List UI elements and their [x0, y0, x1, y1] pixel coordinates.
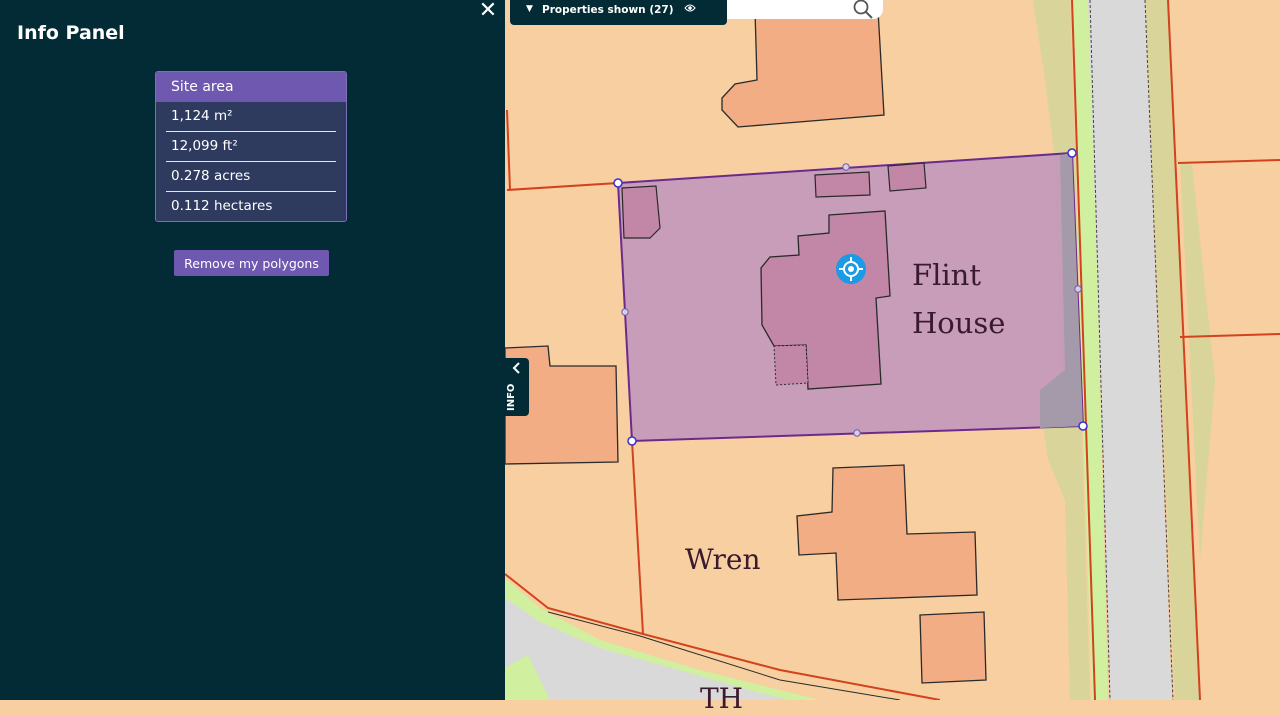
chevron-left-icon: [512, 362, 520, 374]
info-panel: Info Panel ✕ Site area 1,124 m² 12,099 f…: [0, 0, 505, 700]
midpoint-handle[interactable]: [621, 308, 629, 316]
search-icon[interactable]: [851, 0, 875, 20]
eye-icon[interactable]: [684, 1, 696, 15]
map-canvas[interactable]: [505, 0, 1280, 700]
map-label-flint: Flint: [912, 258, 982, 292]
midpoint-handle[interactable]: [1074, 285, 1082, 293]
site-area-hectares: 0.112 hectares: [171, 198, 273, 214]
info-tab-label: INFO: [506, 383, 517, 411]
vertex-handle[interactable]: [1067, 148, 1077, 158]
properties-toggle[interactable]: ▼ Properties shown (27): [510, 0, 727, 25]
panel-title: Info Panel: [17, 22, 125, 44]
site-area-sqft: 12,099 ft²: [166, 132, 336, 162]
map-label-road: TH: [700, 682, 744, 715]
chevron-down-icon: ▼: [526, 4, 533, 14]
site-area-acres: 0.278 acres: [166, 162, 336, 192]
vertex-handle[interactable]: [627, 436, 637, 446]
midpoint-handle[interactable]: [842, 163, 850, 171]
site-area-card: Site area 1,124 m² 12,099 ft² 0.278 acre…: [155, 71, 347, 222]
map-svg: [505, 0, 1280, 700]
info-tab[interactable]: INFO: [505, 358, 529, 416]
polygon-building: [887, 162, 927, 192]
midpoint-handle[interactable]: [853, 429, 861, 437]
vertex-handle[interactable]: [1078, 421, 1088, 431]
building-outbuilding: [919, 611, 987, 684]
site-area-sqm: 1,124 m²: [166, 102, 336, 132]
crosshair-icon[interactable]: [836, 254, 866, 284]
site-area-header: Site area: [156, 72, 346, 102]
polygon-building: [814, 171, 871, 198]
map-label-house: House: [912, 306, 1006, 340]
properties-label: Properties shown (27): [542, 4, 674, 16]
map-label-wren: Wren: [685, 543, 761, 576]
vertex-handle[interactable]: [613, 178, 623, 188]
remove-polygons-button[interactable]: Remove my polygons: [174, 250, 329, 276]
close-icon[interactable]: ✕: [477, 0, 499, 22]
flint-house-extension: [773, 344, 809, 386]
polygon-building: [621, 185, 661, 239]
